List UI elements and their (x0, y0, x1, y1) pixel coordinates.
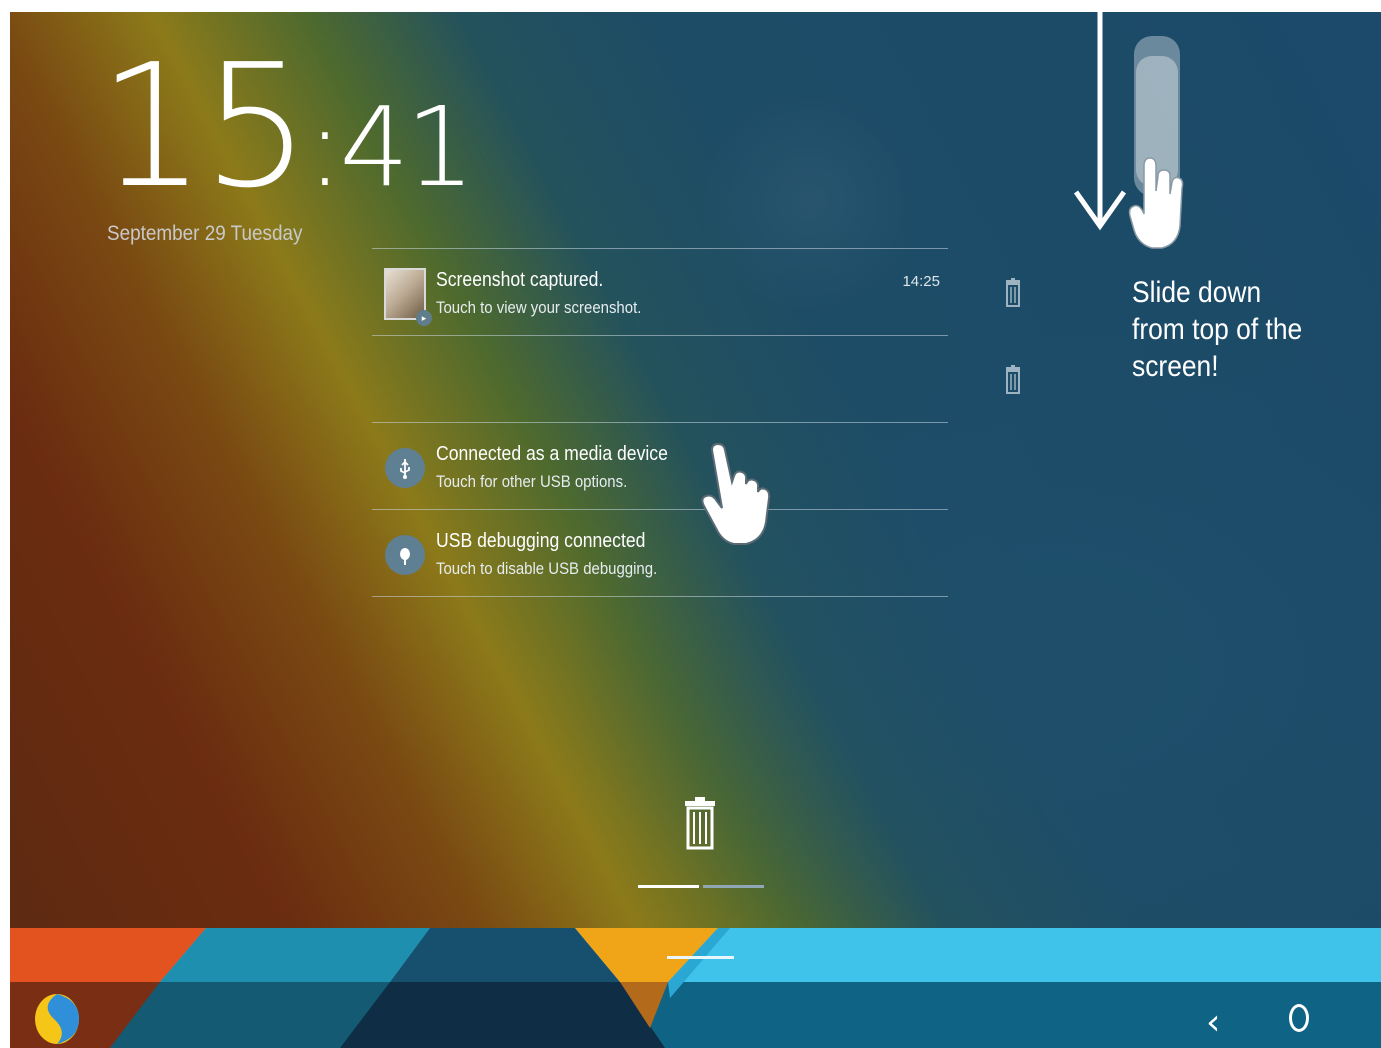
hint-line: Slide down (1132, 276, 1262, 309)
hint-text: Slide down from top of the screen! (1132, 274, 1343, 385)
notification-subtitle: Touch to disable USB debugging. (436, 559, 658, 578)
pointing-hand-icon (698, 442, 778, 552)
bottom-dock (10, 928, 1381, 1048)
swipe-down-hand-icon (1122, 26, 1192, 261)
screenshot-thumbnail: ▸ (384, 266, 432, 326)
dock-handle[interactable] (667, 956, 734, 959)
down-arrow-icon (1070, 12, 1130, 242)
clock-hours: 15 (98, 28, 310, 226)
home-icon[interactable] (1289, 1004, 1309, 1032)
bug-icon (385, 535, 425, 575)
notification-usb-debugging[interactable]: USB debugging connected Touch to disable… (372, 510, 948, 596)
notification-title: Screenshot captured. (436, 269, 604, 291)
notification-usb-media[interactable]: Connected as a media device Touch for ot… (372, 423, 948, 509)
notification-subtitle: Touch to view your screenshot. (436, 298, 642, 317)
divider (372, 596, 948, 597)
notification-subtitle: Touch for other USB options. (436, 472, 628, 491)
clock-minutes: 41 (339, 83, 475, 211)
image-badge-icon: ▸ (416, 310, 432, 326)
notification-time: 14:25 (902, 273, 940, 290)
usb-icon (385, 448, 425, 488)
hint-line: from top of the (1132, 313, 1303, 346)
clock-separator: : (306, 83, 343, 211)
clear-all-trash-icon[interactable] (683, 796, 717, 857)
launcher-logo-icon[interactable] (32, 992, 82, 1048)
hint-line: screen! (1132, 350, 1219, 383)
clock: 15:41 (98, 42, 475, 212)
page-indicator (638, 885, 764, 888)
dismiss-trash-icon[interactable] (1003, 365, 1023, 400)
notification-empty-slot (372, 336, 948, 422)
notification-title: USB debugging connected (436, 530, 646, 552)
page-indicator-inactive (703, 885, 764, 888)
lock-screen: 15:41 September 29 Tuesday ▸ Screenshot … (10, 12, 1381, 1048)
page-indicator-active (638, 885, 699, 888)
notification-screenshot[interactable]: ▸ Screenshot captured. Touch to view you… (372, 249, 948, 335)
date-label: September 29 Tuesday (107, 222, 303, 245)
notification-title: Connected as a media device (436, 443, 668, 465)
dismiss-trash-icon[interactable] (1003, 278, 1023, 313)
notification-list: ▸ Screenshot captured. Touch to view you… (372, 248, 948, 597)
back-chevron-icon[interactable]: ‹ (1206, 1002, 1220, 1043)
